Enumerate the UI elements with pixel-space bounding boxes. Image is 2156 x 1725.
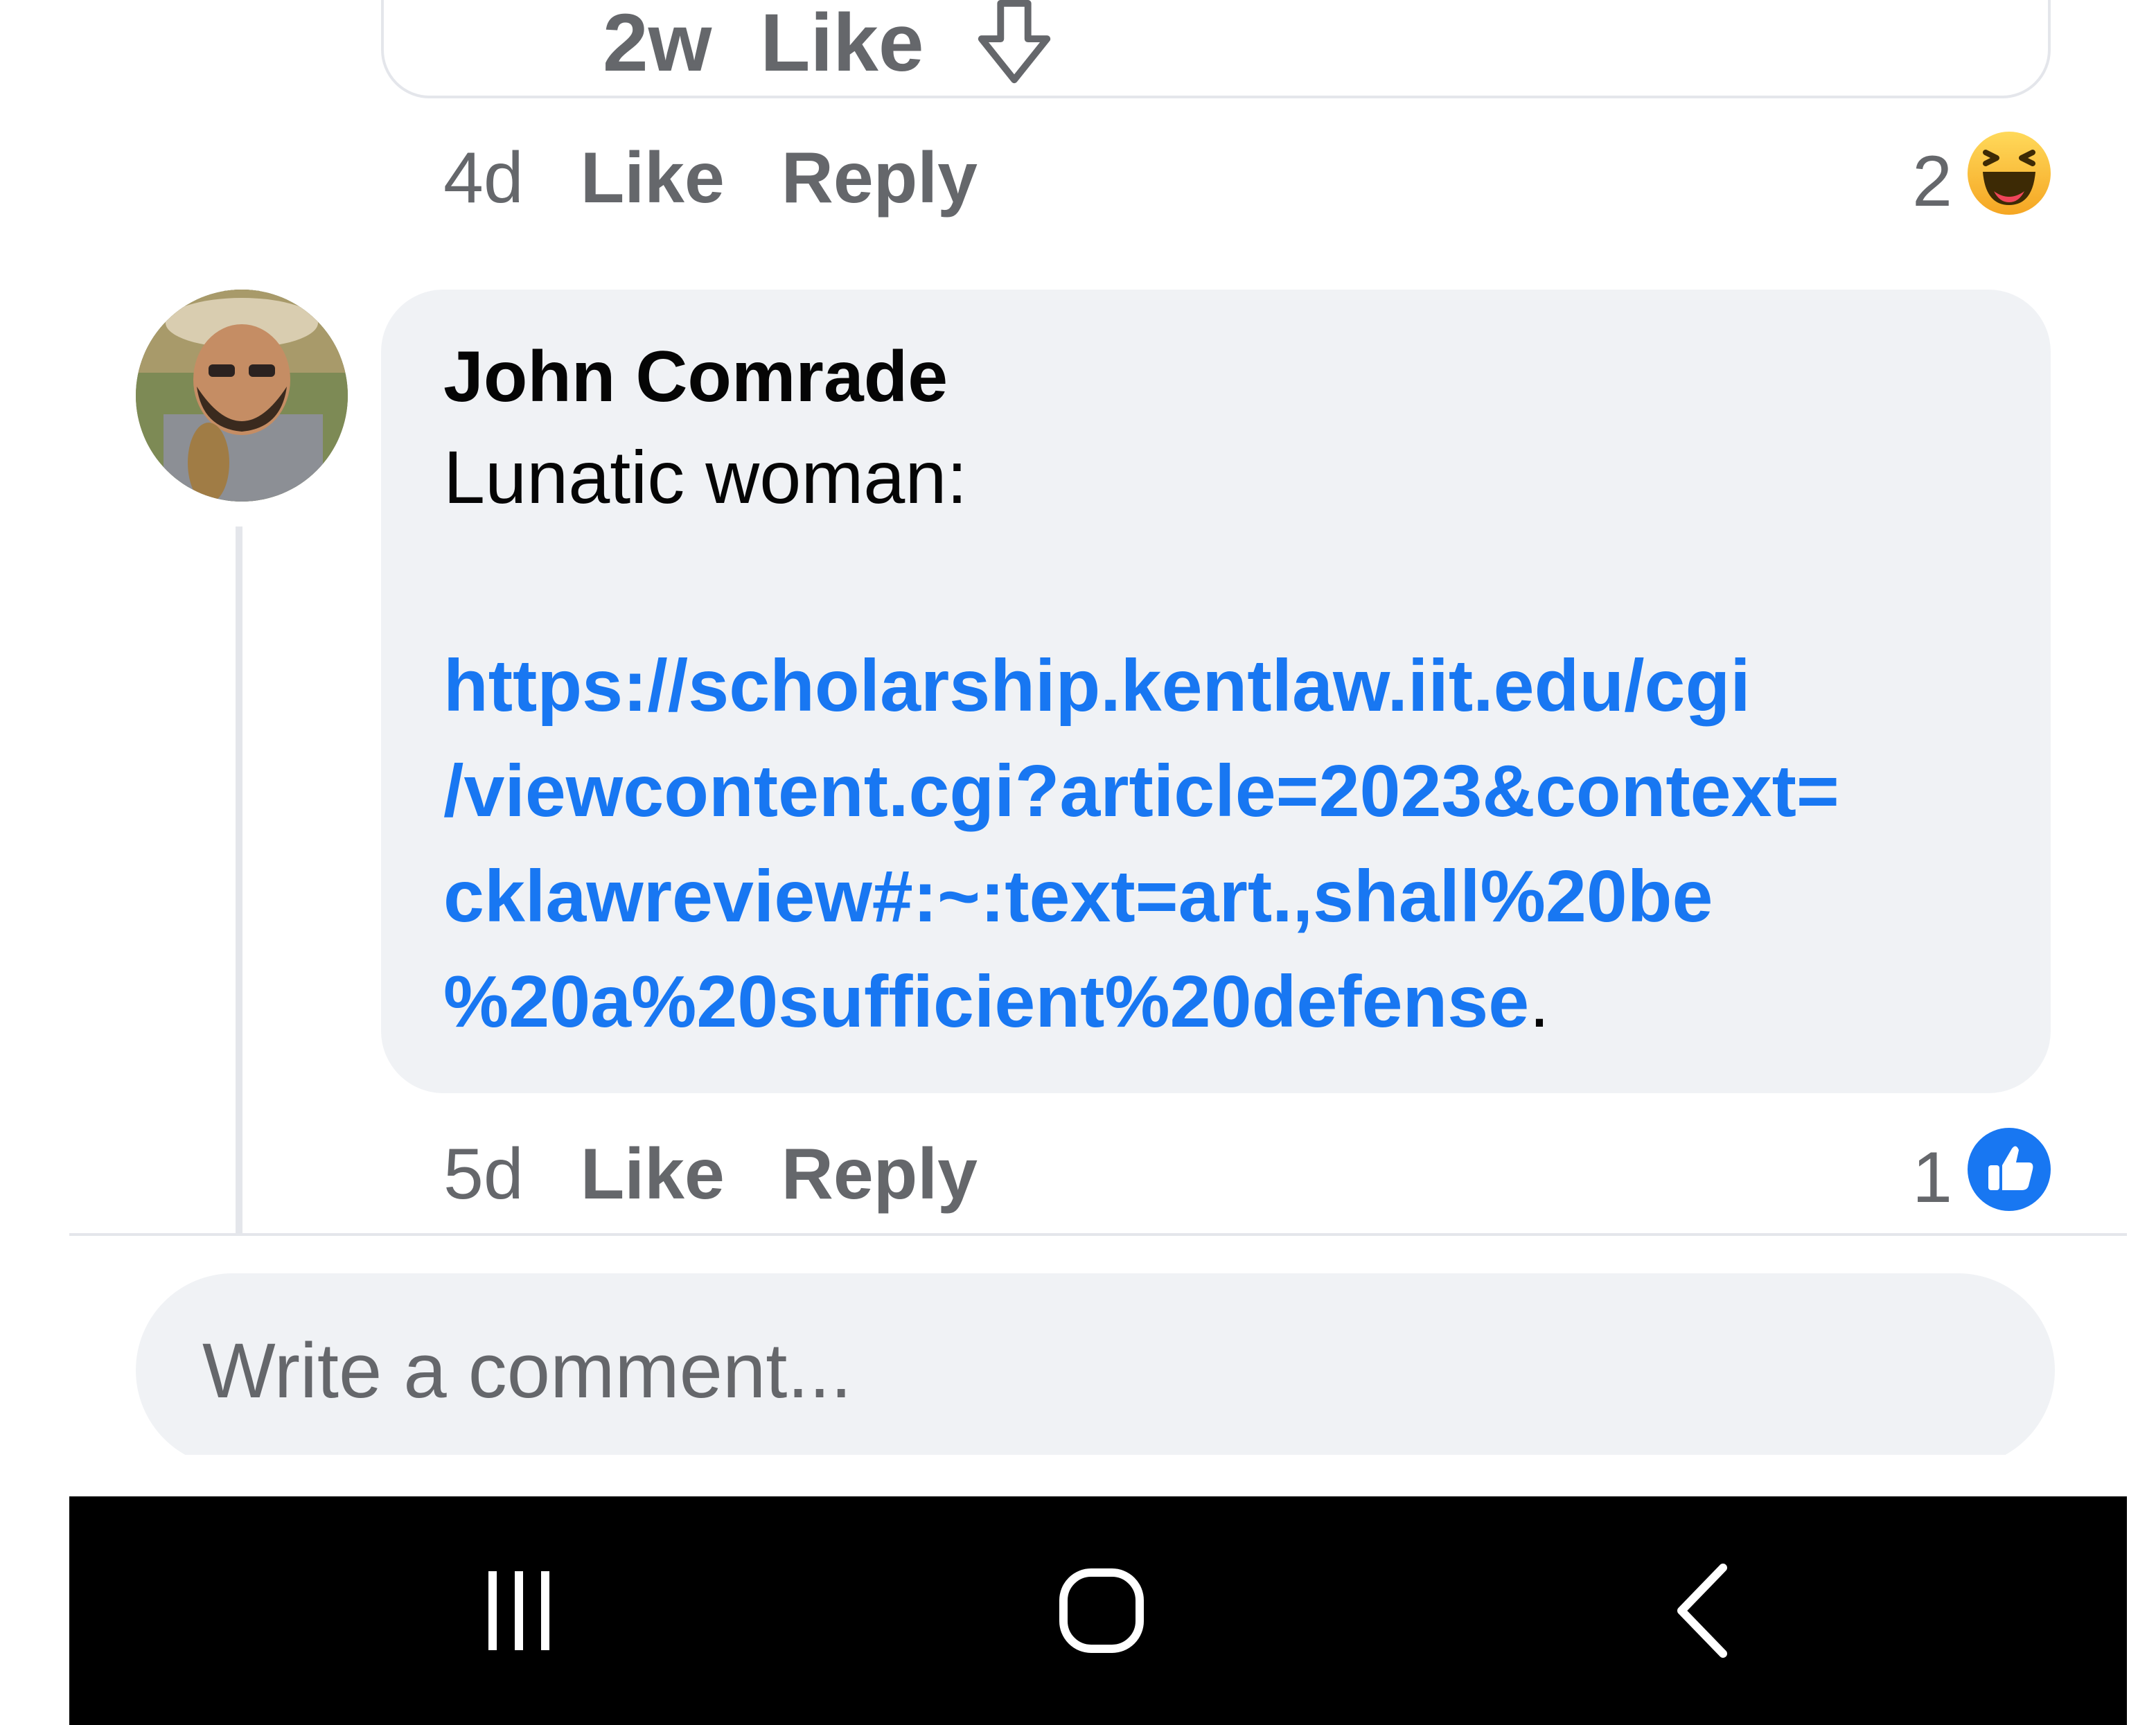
reaction-count: 1	[1912, 1138, 1952, 1218]
comment-actions: 5d Like Reply	[443, 1133, 978, 1216]
avatar[interactable]	[136, 290, 348, 502]
previous-comment-actions: 4d Like Reply	[443, 137, 978, 220]
android-navbar	[69, 1496, 2127, 1725]
comment-author[interactable]: John Comrade	[443, 328, 1988, 425]
comment-link[interactable]: https://scholarship.kentlaw.iit.edu/cgi …	[443, 633, 1988, 1054]
comment-link-line-3: cklawreview#:~:text=art.,shall%20be	[443, 856, 1713, 937]
home-button[interactable]	[998, 1496, 1205, 1725]
haha-emoji-icon	[1966, 130, 2052, 233]
recents-button[interactable]	[436, 1496, 603, 1725]
back-icon	[1659, 1562, 1749, 1659]
comment-link-line-2: /viewcontent.cgi?article=2023&context=	[443, 750, 1839, 832]
comment-link-line-4: %20a%20sufficient%20defense.	[443, 949, 1988, 1054]
comment-link-line-1: https://scholarship.kentlaw.iit.edu/cgi	[443, 645, 1751, 727]
previous-comment-like-button[interactable]: Like	[581, 137, 725, 220]
previous-comment-reply-button[interactable]: Reply	[781, 137, 978, 220]
comment-text: Lunatic woman:	[443, 435, 968, 519]
recents-icon	[475, 1566, 565, 1656]
quoted-comment-meta: 2w Like	[603, 0, 1056, 89]
comment-reactions[interactable]: 1	[1912, 1126, 2052, 1230]
previous-comment-reactions[interactable]: 2	[1912, 130, 2052, 233]
quoted-comment-time: 2w	[603, 0, 712, 89]
divider	[69, 1233, 2127, 1236]
comments-screen: 2w Like 4d Like Reply 2 John Comrade Lun…	[0, 0, 2156, 1725]
write-comment-placeholder: Write a comment...	[202, 1327, 852, 1414]
comment-link-line-4-text: %20a%20sufficient%20defense	[443, 961, 1530, 1043]
previous-comment-time: 4d	[443, 138, 524, 218]
like-thumb-icon	[1966, 1126, 2052, 1230]
home-icon	[1057, 1566, 1147, 1656]
arrow-down-outline-icon[interactable]	[973, 0, 1056, 88]
write-comment-input[interactable]: Write a comment...	[136, 1273, 2055, 1467]
comment-bubble: John Comrade Lunatic woman: https://scho…	[381, 290, 2051, 1093]
back-button[interactable]	[1614, 1496, 1794, 1725]
comment-trailing-period: .	[1529, 961, 1550, 1043]
quoted-comment-like[interactable]: Like	[760, 0, 924, 90]
thread-line	[236, 527, 242, 1233]
comment-like-button[interactable]: Like	[581, 1133, 725, 1216]
comment-reply-button[interactable]: Reply	[781, 1133, 978, 1216]
reaction-count: 2	[1912, 141, 1952, 222]
comment-time: 5d	[443, 1134, 524, 1214]
